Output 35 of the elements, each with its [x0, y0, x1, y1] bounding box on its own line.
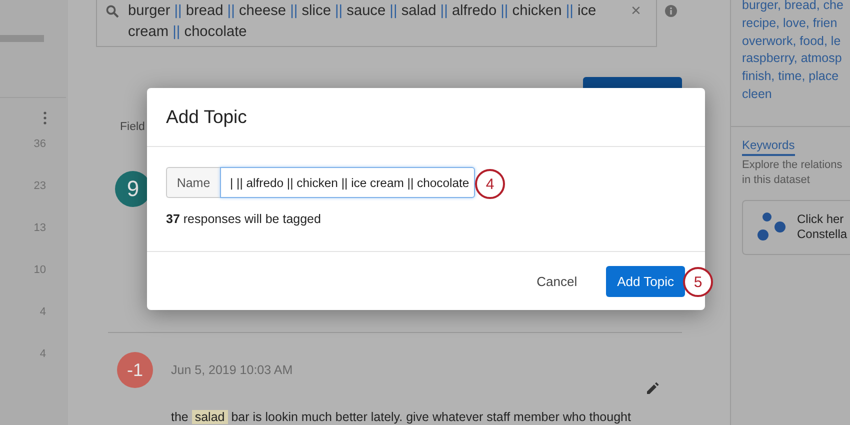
pencil-icon[interactable] [647, 382, 659, 394]
row-count: 4 [40, 306, 46, 318]
search-icon [106, 5, 119, 18]
field-label: Field [120, 121, 145, 133]
row-count: 23 [34, 180, 46, 192]
more-icon[interactable] [43, 111, 47, 125]
constellation-card[interactable]: Click her Constella [742, 200, 850, 255]
card-text: Click her [797, 212, 844, 228]
response-text: the salad bar is lookin much better lately. give whatever staff member who thought [171, 410, 631, 425]
name-input[interactable]: | || alfredo || chicken || ice cream || chocolate [220, 167, 475, 198]
keyword-list-link[interactable]: burger, bread, che [742, 0, 844, 15]
keyword-list-link[interactable]: finish, time, place [742, 68, 839, 86]
row-count: 36 [34, 138, 46, 150]
keyword-list-link[interactable]: overwork, food, le [742, 32, 841, 50]
response-count: 37 responses will be tagged [166, 212, 321, 226]
keyword-list-link[interactable]: recipe, love, frien [742, 14, 838, 33]
dialog-title: Add Topic [166, 106, 247, 128]
search-query: burger || bread || cheese || slice || sauce || salad || alfredo || chicken || ice cream || chocolate [128, 2, 598, 42]
description-text: Explore the relations [742, 158, 842, 173]
name-label: Name [166, 167, 220, 198]
keywords-tab[interactable]: Keywords [742, 138, 795, 156]
keyword-list-link[interactable]: raspberry, atmosp [742, 50, 842, 68]
info-icon[interactable] [665, 5, 677, 17]
card-text: Constella [797, 227, 848, 242]
cancel-button[interactable]: Cancel [526, 266, 588, 296]
scrollbar [0, 35, 44, 42]
row-count: 13 [34, 222, 46, 234]
description-text: in this dataset [742, 172, 810, 188]
keyword-list-link[interactable]: cleen [742, 86, 772, 104]
row-count: 4 [40, 348, 46, 360]
add-topic-button[interactable]: Add Topic [606, 266, 685, 296]
close-icon[interactable]: × [631, 4, 641, 18]
row-count: 10 [34, 264, 46, 276]
score-badge: -1 [117, 352, 153, 388]
response-date: Jun 5, 2019 10:03 AM [171, 363, 293, 377]
